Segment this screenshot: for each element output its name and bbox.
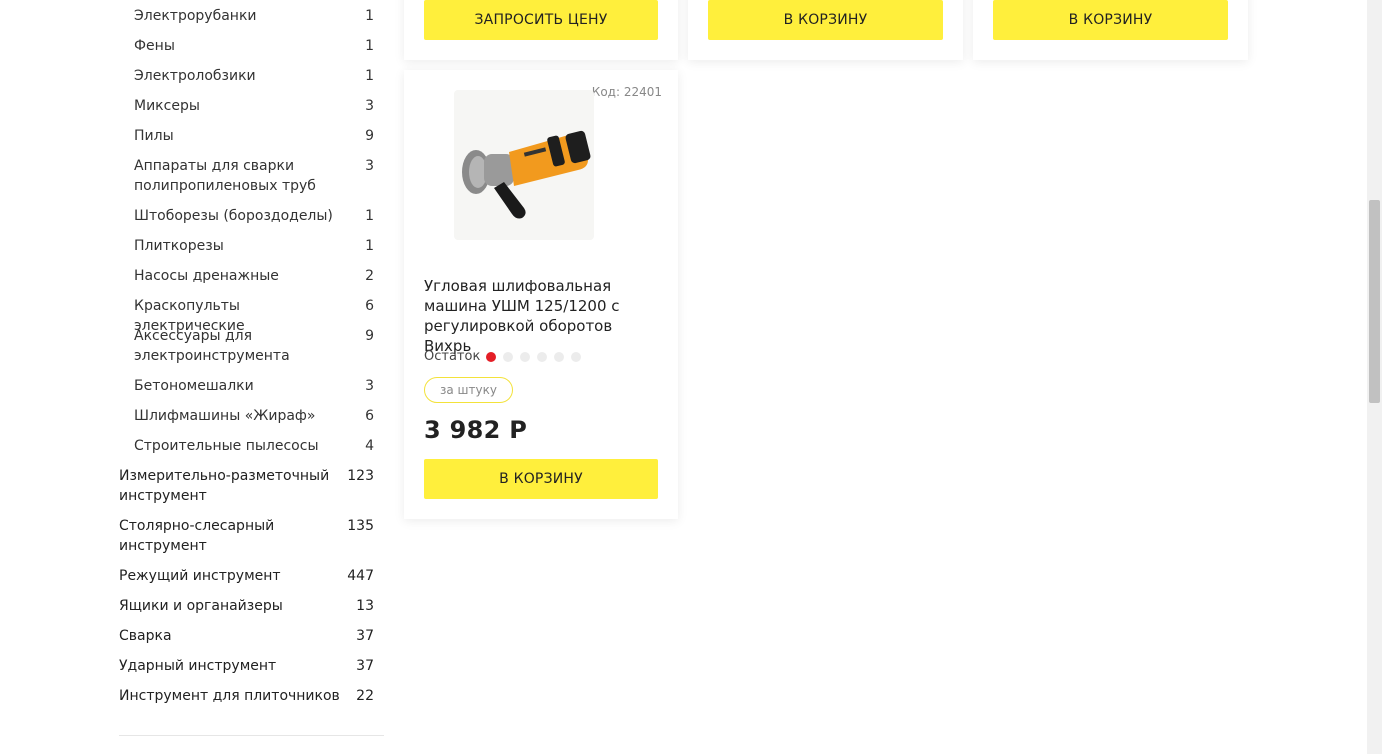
category-label: Режущий инструмент: [119, 568, 281, 584]
category-count: 37: [356, 658, 374, 674]
category-count: 13: [356, 598, 374, 614]
category-item[interactable]: Сварка 37: [119, 626, 374, 646]
subcategory-label: Пилы: [134, 128, 174, 144]
angle-grinder-image[interactable]: [454, 90, 594, 240]
request-price-button[interactable]: ЗАПРОСИТЬ ЦЕНУ: [424, 0, 658, 40]
stock-label: Остаток: [424, 349, 481, 364]
stock-dot: [554, 351, 565, 362]
stock-dot: [503, 351, 514, 362]
category-count: 135: [347, 518, 374, 534]
category-item[interactable]: Режущий инструмент 447: [119, 566, 374, 586]
subcategory-label: Штоборезы (бороздоделы): [134, 208, 333, 224]
subcategory-item[interactable]: Электролобзики 1: [134, 66, 374, 86]
subcategory-item[interactable]: Миксеры 3: [134, 96, 374, 116]
category-label: Сварка: [119, 628, 172, 644]
category-count: 22: [356, 688, 374, 704]
subcategory-count: 1: [365, 68, 374, 84]
page-scrollbar[interactable]: [1367, 0, 1382, 754]
category-item[interactable]: Ящики и органайзеры 13: [119, 596, 374, 616]
unit-selector[interactable]: за штуку: [424, 377, 513, 403]
subcategory-label: Строительные пылесосы: [134, 438, 319, 454]
subcategory-label: Насосы дренажные: [134, 268, 279, 284]
add-to-cart-button[interactable]: В КОРЗИНУ: [993, 0, 1228, 40]
subcategory-item[interactable]: Аксессуары для электроинструмента 9: [134, 326, 374, 366]
subcategory-label: Аксессуары для электроинструмента: [134, 328, 290, 364]
stock-dot: [486, 351, 497, 362]
category-label: Ящики и органайзеры: [119, 598, 283, 614]
category-count: 37: [356, 628, 374, 644]
category-count: 123: [347, 468, 374, 484]
subcategory-count: 6: [365, 298, 374, 314]
scrollbar-thumb[interactable]: [1369, 200, 1380, 403]
subcategory-item[interactable]: Плиткорезы 1: [134, 236, 374, 256]
subcategory-count: 3: [365, 98, 374, 114]
subcategory-label: Миксеры: [134, 98, 200, 114]
subcategory-count: 1: [365, 8, 374, 24]
stock-dot: [537, 351, 548, 362]
subcategory-count: 6: [365, 408, 374, 424]
add-to-cart-button[interactable]: В КОРЗИНУ: [708, 0, 943, 40]
category-label: Инструмент для плиточников: [119, 688, 340, 704]
sidebar-divider: [119, 735, 384, 736]
product-code: Код: 22401: [591, 85, 662, 99]
subcategory-label: Бетономешалки: [134, 378, 254, 394]
product-title[interactable]: Угловая шлифовальная машина УШМ 125/1200…: [424, 276, 662, 356]
subcategory-item[interactable]: Фены 1: [134, 36, 374, 56]
product-card: ЗАПРОСИТЬ ЦЕНУ: [404, 0, 678, 60]
subcategory-label: Шлифмашины «Жираф»: [134, 408, 316, 424]
subcategory-item[interactable]: Электрорубанки 1: [134, 6, 374, 26]
category-item[interactable]: Ударный инструмент 37: [119, 656, 374, 676]
subcategory-label: Электрорубанки: [134, 8, 257, 24]
subcategory-label: Электролобзики: [134, 68, 256, 84]
product-card[interactable]: Код: 22401 Угловая шлифовальная машина У…: [404, 70, 678, 519]
category-label: Столярно-слесарный инструмент: [119, 518, 275, 554]
category-item[interactable]: Инструмент для плиточников 22: [119, 686, 374, 706]
category-item[interactable]: Измерительно-разметочный инструмент 123: [119, 466, 374, 506]
subcategory-item[interactable]: Насосы дренажные 2: [134, 266, 374, 286]
category-label: Измерительно-разметочный инструмент: [119, 468, 330, 504]
subcategory-item[interactable]: Штоборезы (бороздоделы) 1: [134, 206, 374, 226]
subcategory-item[interactable]: Пилы 9: [134, 126, 374, 146]
product-card: В КОРЗИНУ: [973, 0, 1248, 60]
subcategory-count: 2: [365, 268, 374, 284]
subcategory-item[interactable]: Шлифмашины «Жираф» 6: [134, 406, 374, 426]
subcategory-count: 9: [365, 128, 374, 144]
subcategory-label: Плиткорезы: [134, 238, 224, 254]
subcategory-label: Аппараты для сварки полипропиленовых тру…: [134, 158, 316, 194]
subcategory-item[interactable]: Бетономешалки 3: [134, 376, 374, 396]
subcategory-count: 9: [365, 328, 374, 344]
stock-dot: [520, 351, 531, 362]
subcategory-count: 4: [365, 438, 374, 454]
stock-indicator: Остаток: [424, 349, 588, 364]
category-count: 447: [347, 568, 374, 584]
product-card: В КОРЗИНУ: [688, 0, 963, 60]
subcategory-item[interactable]: Аппараты для сварки полипропиленовых тру…: [134, 156, 374, 196]
add-to-cart-button[interactable]: В КОРЗИНУ: [424, 459, 658, 499]
subcategory-count: 1: [365, 38, 374, 54]
category-label: Ударный инструмент: [119, 658, 277, 674]
subcategory-count: 3: [365, 158, 374, 174]
stock-dots: [486, 351, 588, 362]
product-price: 3 982 Р: [424, 416, 528, 444]
stock-dot: [571, 351, 582, 362]
subcategory-label: Фены: [134, 38, 175, 54]
subcategory-count: 1: [365, 208, 374, 224]
angle-grinder-icon: [462, 130, 591, 219]
subcategory-item[interactable]: Строительные пылесосы 4: [134, 436, 374, 456]
subcategory-count: 1: [365, 238, 374, 254]
category-item[interactable]: Столярно-слесарный инструмент 135: [119, 516, 374, 556]
subcategory-count: 3: [365, 378, 374, 394]
